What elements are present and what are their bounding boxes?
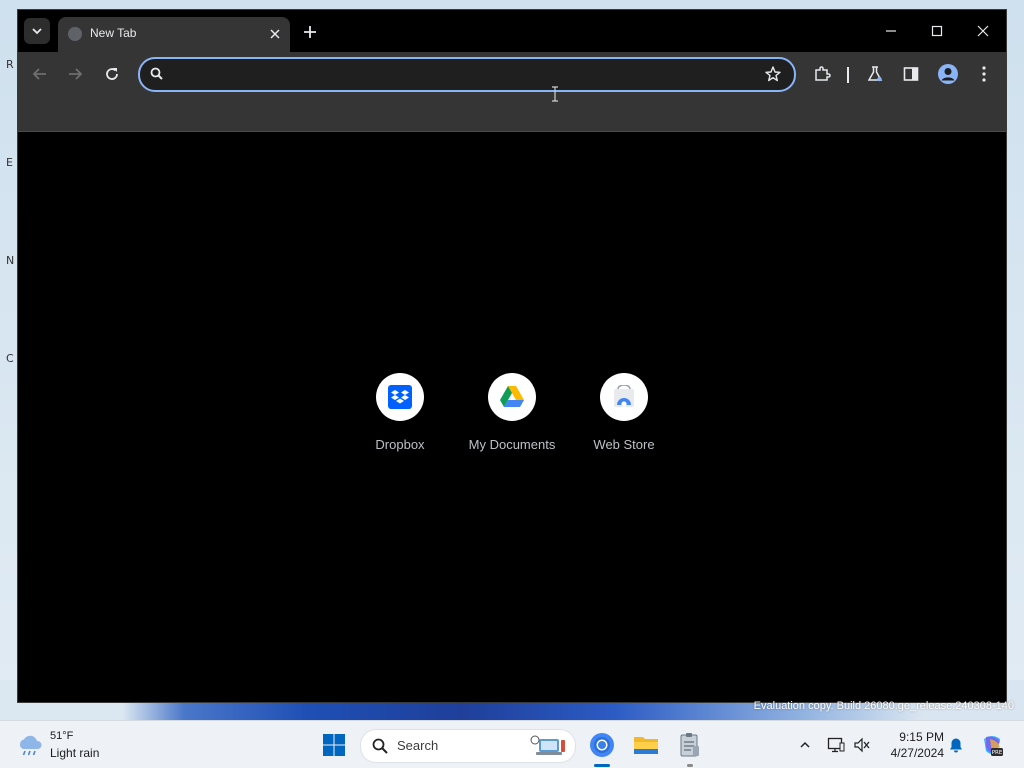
- toolbar-divider: [847, 67, 849, 83]
- address-input[interactable]: [172, 63, 756, 87]
- search-icon: [372, 738, 388, 754]
- taskbar-file-explorer[interactable]: [630, 729, 662, 761]
- reload-button[interactable]: [98, 60, 126, 88]
- menu-button[interactable]: [970, 60, 998, 88]
- plus-icon: [304, 26, 316, 38]
- browser-window: New Tab Dropbox My Documents Web Store: [18, 10, 1006, 702]
- copilot-icon: PRE: [984, 736, 1003, 756]
- maximize-icon: [931, 25, 943, 37]
- show-hidden-icons-button[interactable]: [795, 735, 815, 755]
- shortcut-tile: [488, 373, 536, 421]
- taskbar-search[interactable]: Search: [360, 729, 576, 763]
- chevron-up-icon: [800, 741, 810, 748]
- svg-text:PRE: PRE: [992, 750, 1003, 756]
- flask-icon: [867, 66, 883, 82]
- speaker-muted-icon: [854, 737, 870, 753]
- minimize-icon: [886, 30, 896, 32]
- side-panel-icon: [903, 67, 919, 81]
- shortcut-label: Web Store: [593, 437, 655, 452]
- shortcut-my-documents[interactable]: My Documents: [456, 373, 568, 463]
- new-tab-page: Dropbox My Documents Web Store: [18, 132, 1006, 702]
- arrow-left-icon: [32, 68, 46, 80]
- active-app-indicator: [594, 764, 610, 767]
- taskbar-clock[interactable]: 9:15 PM 4/27/2024: [880, 729, 944, 761]
- weather-widget[interactable]: 51°F Light rain: [16, 729, 126, 763]
- tab-strip: New Tab: [18, 10, 1006, 52]
- extensions-button[interactable]: [808, 60, 836, 88]
- avatar-icon: [938, 64, 958, 84]
- tab-search-button[interactable]: [24, 18, 50, 44]
- folder-icon: [634, 737, 658, 754]
- side-panel-button[interactable]: [897, 60, 925, 88]
- tab-new-tab[interactable]: New Tab: [58, 17, 290, 52]
- profile-button[interactable]: [934, 60, 962, 88]
- search-icon: [150, 67, 163, 80]
- running-app-indicator: [687, 764, 693, 767]
- reload-icon: [106, 68, 118, 80]
- rain-cloud-icon: [19, 735, 42, 756]
- google-drive-icon: [500, 386, 524, 407]
- puzzle-icon: [815, 66, 831, 81]
- web-store-icon: [614, 385, 634, 407]
- shortcut-web-store[interactable]: Web Store: [568, 373, 680, 463]
- search-label: Search: [397, 738, 439, 753]
- bookmarks-bar: [18, 96, 1006, 132]
- close-icon: [270, 29, 280, 39]
- windows-logo-icon: [323, 734, 345, 756]
- notifications-button[interactable]: [946, 735, 966, 755]
- clipboard-icon: [680, 733, 699, 757]
- globe-icon: [68, 27, 82, 41]
- back-button[interactable]: [26, 60, 54, 88]
- copilot-button[interactable]: PRE: [980, 733, 1004, 757]
- close-icon: [977, 25, 989, 37]
- text-cursor-icon: [552, 86, 558, 102]
- taskbar-chrome[interactable]: [586, 729, 618, 761]
- more-vert-icon: [982, 66, 986, 82]
- shortcut-label: My Documents: [468, 437, 556, 452]
- close-window-button[interactable]: [960, 14, 1006, 48]
- address-bar[interactable]: [138, 57, 796, 92]
- maximize-button[interactable]: [914, 14, 960, 48]
- dropbox-icon: [388, 385, 412, 409]
- volume-tray-button[interactable]: [852, 735, 872, 755]
- browser-toolbar: [18, 52, 1006, 96]
- shortcut-tile: [376, 373, 424, 421]
- network-tray-button[interactable]: [826, 735, 846, 755]
- search-highlight-icon: [530, 735, 565, 755]
- labs-button[interactable]: [861, 60, 889, 88]
- evaluation-watermark: Evaluation copy. Build 26080.ge_release.…: [753, 700, 1014, 712]
- monitor-network-icon: [827, 737, 845, 753]
- taskbar: 51°F Light rain Search 9:15 PM 4/27/2024…: [0, 720, 1024, 768]
- forward-button[interactable]: [61, 60, 89, 88]
- minimize-button[interactable]: [868, 14, 914, 48]
- star-icon[interactable]: [764, 65, 782, 83]
- shortcut-dropbox[interactable]: Dropbox: [344, 373, 456, 463]
- weather-temp: 51°F: [50, 730, 74, 742]
- weather-desc: Light rain: [50, 746, 100, 760]
- clock-time: 9:15 PM: [899, 730, 944, 744]
- start-button[interactable]: [318, 729, 350, 761]
- bell-icon: [950, 738, 962, 753]
- shortcut-label: Dropbox: [375, 437, 425, 452]
- tab-title: New Tab: [90, 26, 137, 40]
- taskbar-notepad-app[interactable]: [674, 729, 706, 761]
- chrome-icon: [590, 733, 614, 757]
- tab-close-button[interactable]: [266, 25, 284, 43]
- shortcut-tile: [600, 373, 648, 421]
- chevron-down-icon: [32, 28, 42, 35]
- new-tab-button[interactable]: [298, 20, 322, 44]
- arrow-right-icon: [69, 68, 83, 80]
- clock-date: 4/27/2024: [890, 746, 944, 760]
